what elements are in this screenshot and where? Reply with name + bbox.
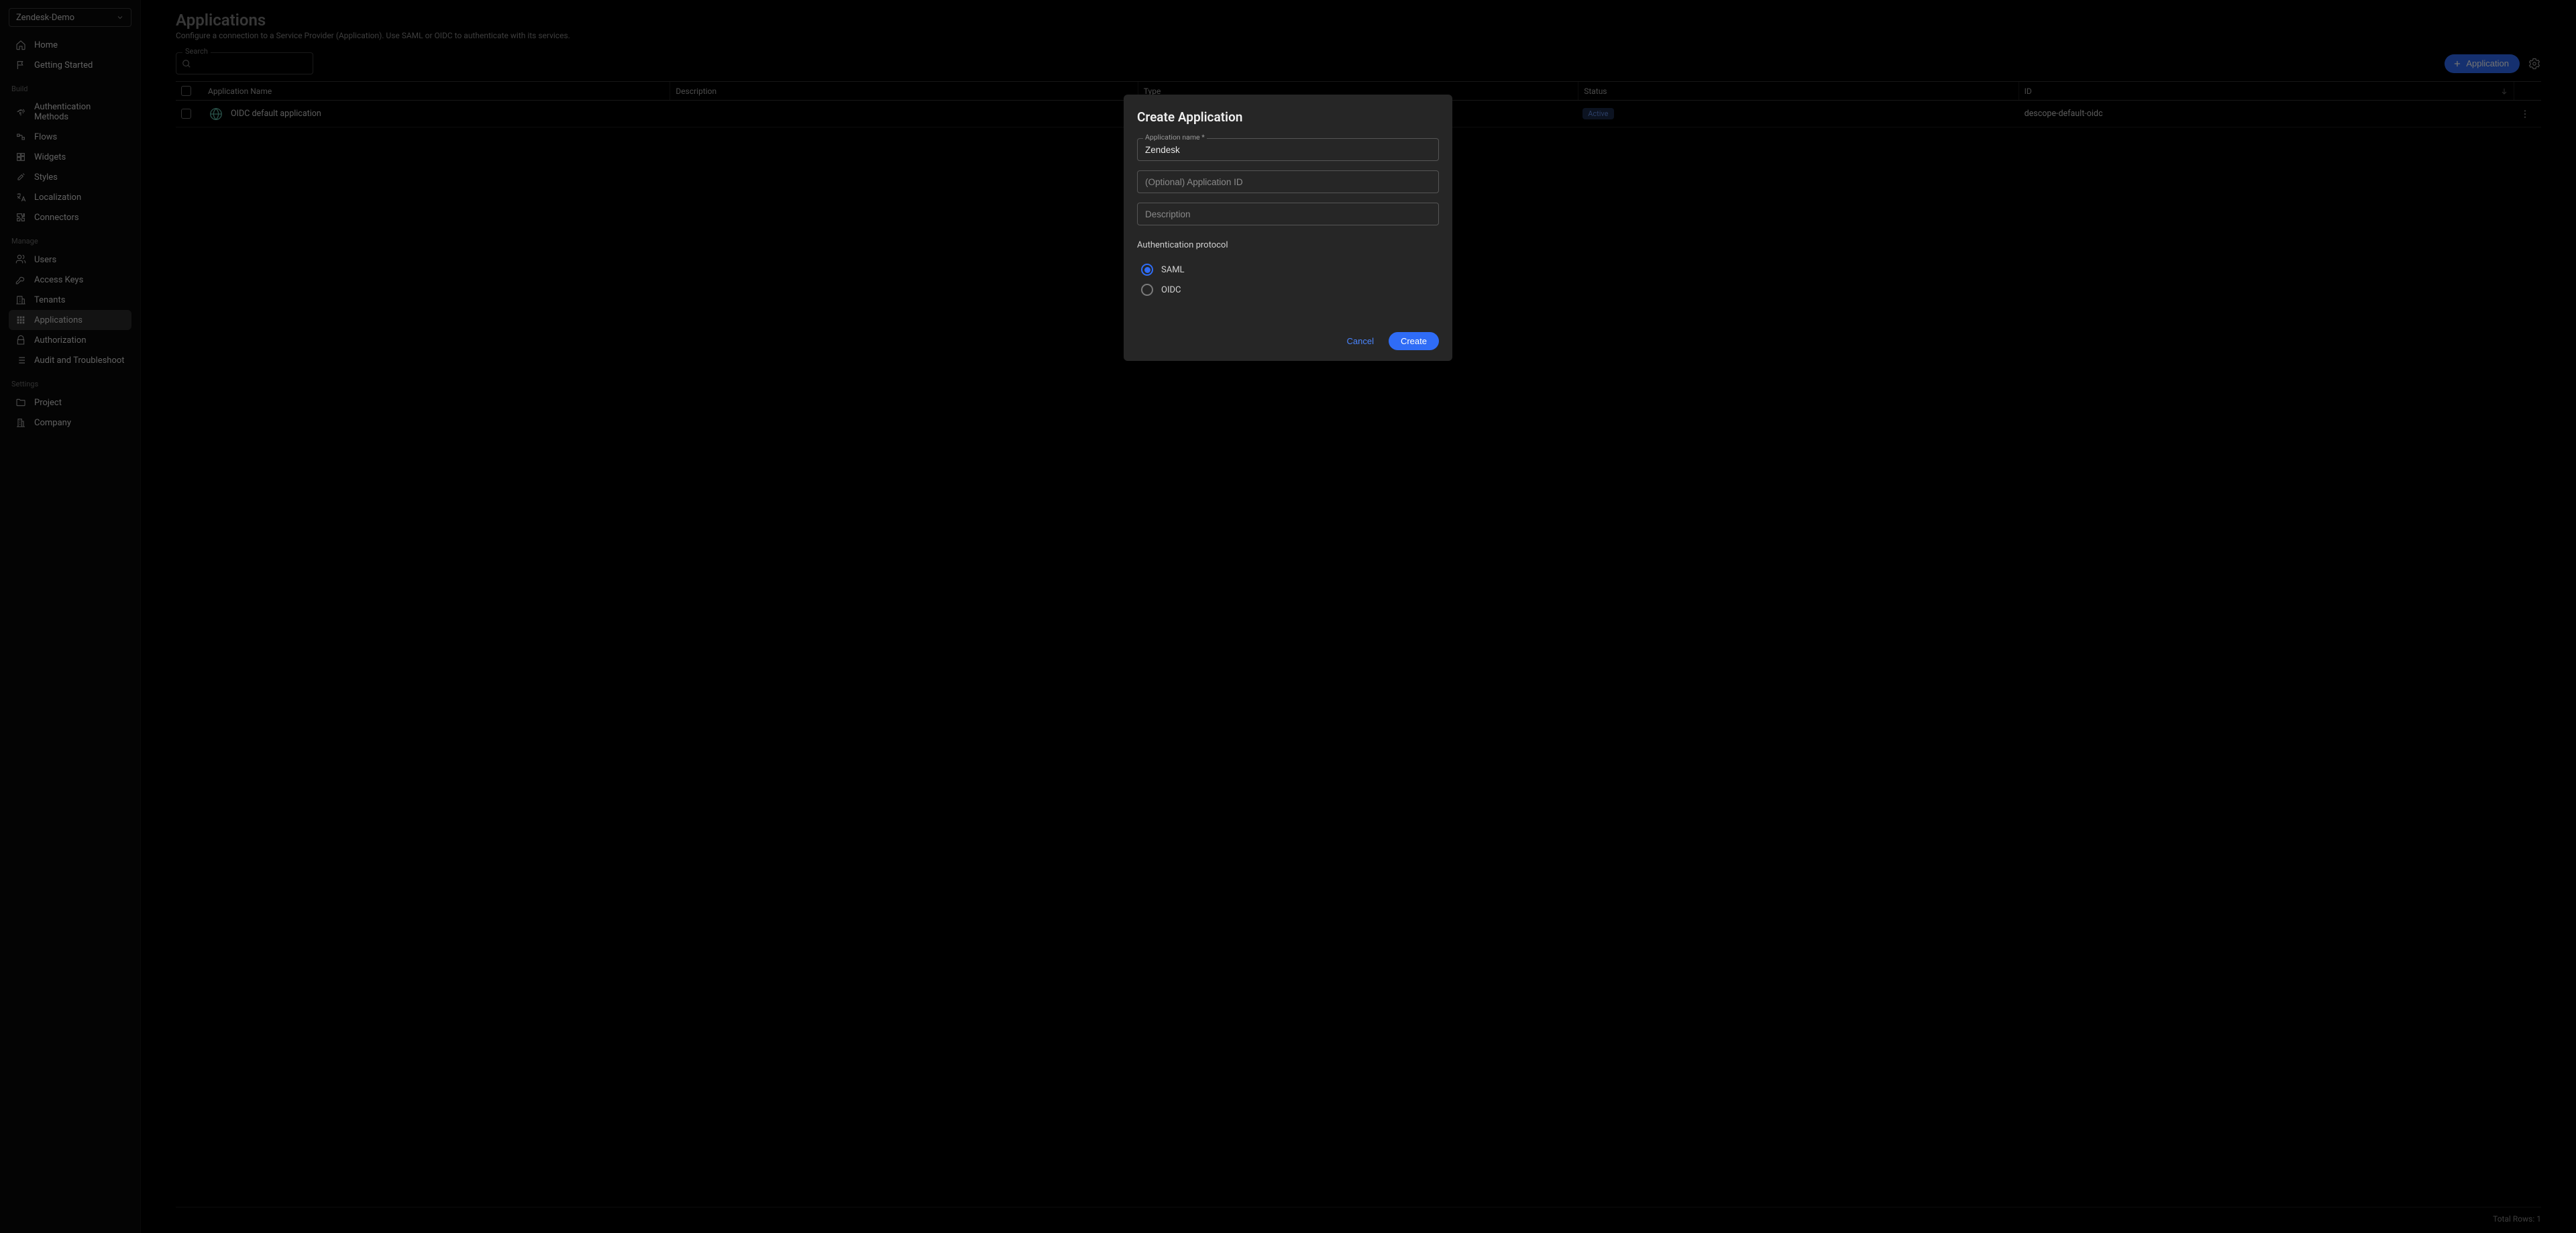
radio-saml[interactable]: SAML bbox=[1137, 260, 1439, 280]
radio-oidc[interactable]: OIDC bbox=[1137, 280, 1439, 300]
application-id-input[interactable] bbox=[1137, 170, 1439, 193]
field-description bbox=[1137, 203, 1439, 225]
field-application-name: Application name * bbox=[1137, 138, 1439, 161]
modal-actions: Cancel Create bbox=[1137, 332, 1439, 350]
description-input[interactable] bbox=[1137, 203, 1439, 225]
radio-button-unselected bbox=[1141, 284, 1153, 296]
name-label: Application name * bbox=[1143, 133, 1207, 142]
radio-label-oidc: OIDC bbox=[1161, 285, 1181, 295]
radio-button-selected bbox=[1141, 264, 1153, 276]
modal-overlay[interactable]: Create Application Application name * Au… bbox=[0, 0, 2576, 1233]
radio-label-saml: SAML bbox=[1161, 265, 1185, 275]
create-button[interactable]: Create bbox=[1389, 332, 1439, 350]
cancel-button[interactable]: Cancel bbox=[1343, 332, 1378, 350]
application-name-input[interactable] bbox=[1137, 138, 1439, 161]
app-root: Zendesk-Demo Home Getting Started Build … bbox=[0, 0, 2576, 1233]
protocol-section-label: Authentication protocol bbox=[1137, 240, 1439, 250]
modal-title: Create Application bbox=[1137, 109, 1439, 125]
field-application-id bbox=[1137, 170, 1439, 193]
create-application-modal: Create Application Application name * Au… bbox=[1124, 95, 1452, 361]
